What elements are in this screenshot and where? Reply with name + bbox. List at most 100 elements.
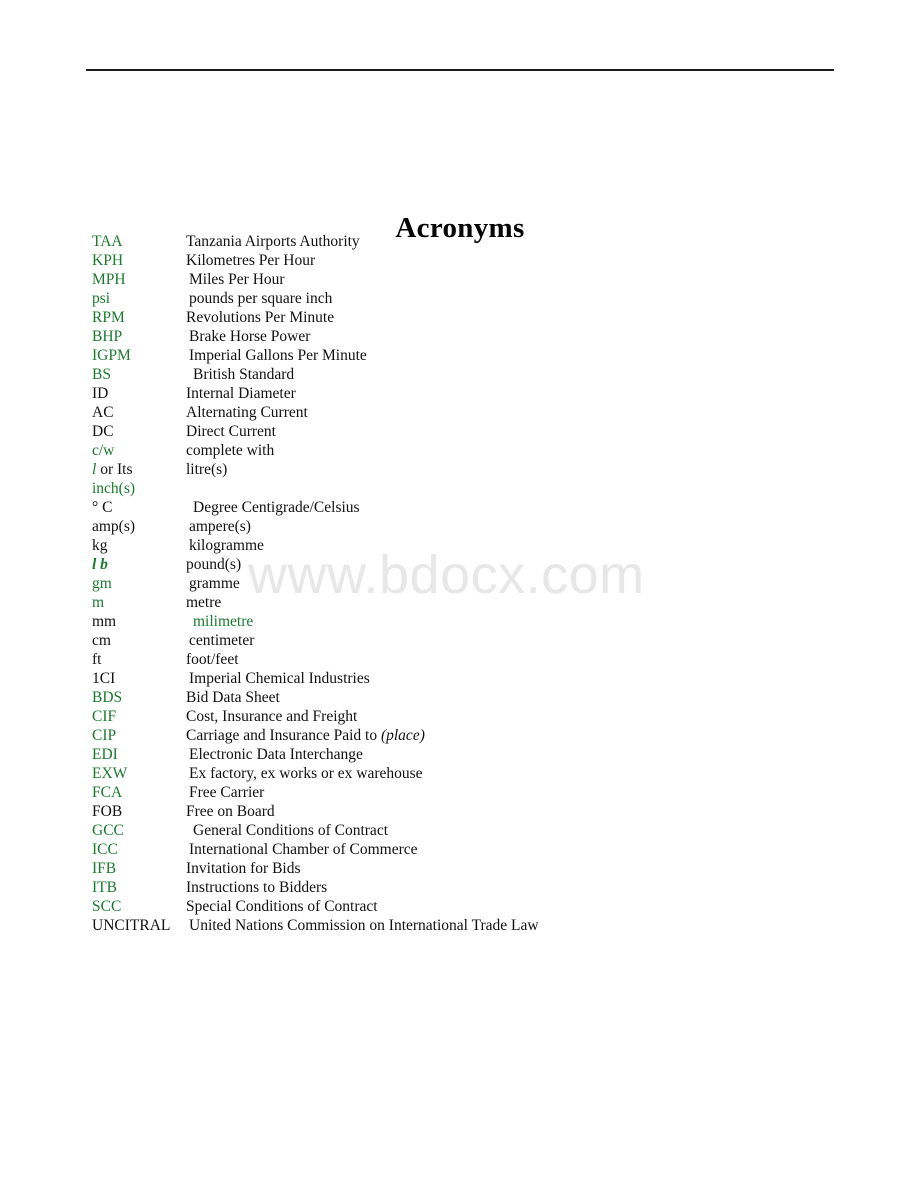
acronym-definition: Electronic Data Interchange <box>189 746 363 763</box>
acronym-row: cm centimeter <box>92 631 852 650</box>
acronym-definition: ampere(s) <box>189 518 251 535</box>
acronym-row: IFB Invitation for Bids <box>92 859 852 878</box>
acronym-definition: Direct Current <box>186 423 276 440</box>
acronym-row: FOB Free on Board <box>92 802 852 821</box>
acronym-term: kg <box>92 537 108 554</box>
acronym-definition: Alternating Current <box>186 404 308 421</box>
acronym-row: c/w complete with <box>92 441 852 460</box>
acronym-term: FOB <box>92 803 123 820</box>
acronym-term: ITB <box>92 879 117 896</box>
acronym-row: DC Direct Current <box>92 422 852 441</box>
acronym-row: psi pounds per square inch <box>92 289 852 308</box>
acronym-row: ID Internal Diameter <box>92 384 852 403</box>
acronym-row: BHP Brake Horse Power <box>92 327 852 346</box>
acronym-row: ° C Degree Centigrade/Celsius <box>92 498 852 517</box>
acronym-term: mm <box>92 613 117 630</box>
acronym-row: UNCITRAL United Nations Commission on Int… <box>92 916 852 935</box>
header-rule <box>86 69 834 71</box>
acronym-term: RPM <box>92 309 125 326</box>
acronym-definition: Internal Diameter <box>186 385 296 402</box>
acronym-term: amp(s) <box>92 518 136 535</box>
acronym-term: GCC <box>92 822 124 839</box>
acronym-definition: Invitation for Bids <box>186 860 301 877</box>
acronym-definition: Instructions to Bidders <box>186 879 328 896</box>
acronym-row: amp(s) ampere(s) <box>92 517 852 536</box>
acronym-term: inch(s) <box>92 480 136 497</box>
acronym-term: BHP <box>92 328 123 345</box>
acronym-row: KPH Kilometres Per Hour <box>92 251 852 270</box>
acronym-row: EXW Ex factory, ex works or ex warehouse <box>92 764 852 783</box>
acronym-term: ID <box>92 385 109 402</box>
acronym-row: FCA Free Carrier <box>92 783 852 802</box>
acronym-definition: foot/feet <box>186 651 239 668</box>
acronym-definition: British Standard <box>193 366 295 383</box>
acronym-term: UNCITRAL <box>92 917 171 934</box>
acronym-row: ITB Instructions to Bidders <box>92 878 852 897</box>
acronym-row: l b pound(s) <box>92 555 852 574</box>
acronym-definition: Imperial Gallons Per Minute <box>189 347 367 364</box>
acronym-row: TAA Tanzania Airports Authority <box>92 232 852 251</box>
acronym-definition: milimetre <box>193 613 254 630</box>
acronym-definition: Carriage and Insurance Paid to (place) <box>186 727 425 744</box>
acronym-definition: Ex factory, ex works or ex warehouse <box>189 765 423 782</box>
acronym-row: SCC Special Conditions of Contract <box>92 897 852 916</box>
acronym-definition: Miles Per Hour <box>189 271 285 288</box>
acronym-row: ICC International Chamber of Commerce <box>92 840 852 859</box>
document-page: www.bdocx.com Acronyms TAA Tanzania Airpo… <box>0 0 920 1191</box>
acronym-definition: Free Carrier <box>189 784 265 801</box>
acronym-definition: Free on Board <box>186 803 275 820</box>
acronym-definition: International Chamber of Commerce <box>189 841 418 858</box>
acronym-definition: Bid Data Sheet <box>186 689 280 706</box>
acronym-term: TAA <box>92 233 123 250</box>
acronym-term: 1CI <box>92 670 116 687</box>
acronym-row: mm milimetre <box>92 612 852 631</box>
acronym-definition: Kilometres Per Hour <box>186 252 316 269</box>
acronym-term: l b <box>92 556 108 573</box>
acronym-definition: metre <box>186 594 222 611</box>
acronym-term: psi <box>92 290 111 307</box>
acronym-row: CIP Carriage and Insurance Paid to (place… <box>92 726 852 745</box>
acronym-term: DC <box>92 423 114 440</box>
acronym-term: EXW <box>92 765 128 782</box>
acronym-definition: Special Conditions of Contract <box>186 898 378 915</box>
acronym-term: c/w <box>92 442 115 459</box>
acronym-definition: centimeter <box>189 632 255 649</box>
acronym-term: KPH <box>92 252 124 269</box>
acronym-definition: pounds per square inch <box>189 290 333 307</box>
acronym-row: 1CI Imperial Chemical Industries <box>92 669 852 688</box>
acronym-row: kg kilogramme <box>92 536 852 555</box>
acronym-term: CIP <box>92 727 117 744</box>
acronym-term: FCA <box>92 784 123 801</box>
acronym-row: AC Alternating Current <box>92 403 852 422</box>
acronym-definition: pound(s) <box>186 556 242 573</box>
acronym-row: gm gramme <box>92 574 852 593</box>
acronym-term: BDS <box>92 689 123 706</box>
acronym-definition: gramme <box>189 575 240 592</box>
acronym-row: ft foot/feet <box>92 650 852 669</box>
acronym-definition: General Conditions of Contract <box>193 822 388 839</box>
acronym-term: ft <box>92 651 102 668</box>
acronym-term: SCC <box>92 898 122 915</box>
acronym-term: l or Its <box>92 461 133 478</box>
acronym-term: gm <box>92 575 112 592</box>
acronym-term: ° C <box>92 499 113 516</box>
acronym-definition: litre(s) <box>186 461 228 478</box>
acronym-list: TAA Tanzania Airports Authority KPH Kilome… <box>92 232 852 935</box>
acronym-row: BS British Standard <box>92 365 852 384</box>
acronym-definition: Tanzania Airports Authority <box>186 233 360 250</box>
acronym-row: inch(s) <box>92 479 852 498</box>
acronym-definition: Degree Centigrade/Celsius <box>193 499 360 516</box>
acronym-term: m <box>92 594 105 611</box>
acronym-definition: Cost, Insurance and Freight <box>186 708 358 725</box>
acronym-term: BS <box>92 366 111 383</box>
acronym-term: CIF <box>92 708 117 725</box>
acronym-row: l or Its litre(s) <box>92 460 852 479</box>
acronym-term: IFB <box>92 860 117 877</box>
acronym-row: GCC General Conditions of Contract <box>92 821 852 840</box>
acronym-row: BDS Bid Data Sheet <box>92 688 852 707</box>
acronym-term: EDI <box>92 746 118 763</box>
acronym-term: AC <box>92 404 114 421</box>
acronym-definition: Imperial Chemical Industries <box>189 670 370 687</box>
acronym-term: MPH <box>92 271 126 288</box>
acronym-definition: kilogramme <box>189 537 264 554</box>
